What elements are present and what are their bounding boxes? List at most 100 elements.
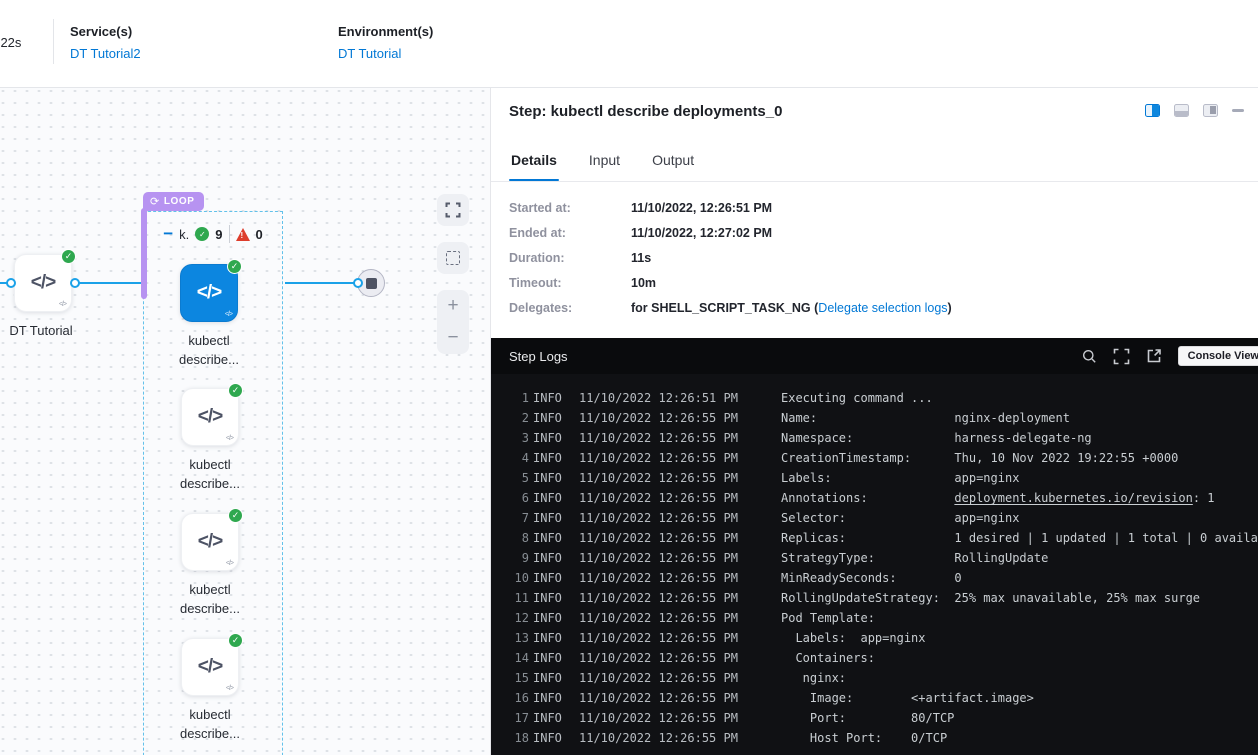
console-log-output[interactable]: 1INFO11/10/2022 12:26:51 PMExecuting com… [491, 374, 1258, 755]
detail-label: Started at: [509, 200, 631, 216]
log-line: 17INFO11/10/2022 12:26:55 PM Port: 80/TC… [505, 708, 1258, 728]
step-title: Step: kubectl describe deployments_0 [509, 103, 782, 120]
node-kubectl-describe-2[interactable]: </> </> ✓ [181, 513, 239, 571]
log-timestamp: 11/10/2022 12:26:55 PM [579, 708, 781, 728]
log-timestamp: 11/10/2022 12:26:55 PM [579, 488, 781, 508]
tab-output[interactable]: Output [650, 152, 696, 181]
connector-dot-right [70, 278, 80, 288]
log-message: Port: 80/TCP [781, 708, 954, 728]
log-message: Labels: app=nginx [781, 468, 1019, 488]
detail-value-started-at: 11/10/2022, 12:26:51 PM [631, 200, 952, 216]
step-tabs: Details Input Output [491, 140, 1258, 182]
detail-label: Duration: [509, 250, 631, 266]
log-timestamp: 11/10/2022 12:26:55 PM [579, 448, 781, 468]
layout-right-panel-icon[interactable] [1203, 104, 1218, 117]
log-line: 15INFO11/10/2022 12:26:55 PM nginx: [505, 668, 1258, 688]
log-line-number: 13 [505, 628, 529, 648]
search-logs-icon[interactable] [1082, 349, 1097, 364]
open-logs-external-icon[interactable] [1146, 348, 1162, 364]
success-check-icon: ✓ [228, 508, 243, 523]
success-count-icon: ✓ [195, 227, 209, 241]
log-message: nginx: [781, 668, 846, 688]
shell-script-mini-icon: </> [59, 301, 66, 308]
log-level: INFO [533, 708, 579, 728]
fullscreen-canvas-button[interactable] [437, 194, 469, 226]
layout-bottom-split-icon[interactable] [1174, 104, 1189, 117]
log-annotation-link[interactable]: deployment.kubernetes.io/revision [954, 491, 1192, 505]
log-message: Namespace: harness-delegate-ng [781, 428, 1092, 448]
stop-icon [366, 278, 377, 289]
log-timestamp: 11/10/2022 12:26:55 PM [579, 428, 781, 448]
tab-details[interactable]: Details [509, 152, 559, 181]
log-level: INFO [533, 568, 579, 588]
minimize-panel-icon[interactable] [1232, 109, 1244, 112]
log-line: 11INFO11/10/2022 12:26:55 PMRollingUpdat… [505, 588, 1258, 608]
log-level: INFO [533, 628, 579, 648]
log-timestamp: 11/10/2022 12:26:55 PM [579, 588, 781, 608]
node-kubectl-describe-3[interactable]: </> </> ✓ [181, 638, 239, 696]
log-line-number: 5 [505, 468, 529, 488]
success-check-icon: ✓ [227, 259, 242, 274]
log-line-number: 4 [505, 448, 529, 468]
log-line: 3INFO11/10/2022 12:26:55 PMNamespace: ha… [505, 428, 1258, 448]
collapse-group-button[interactable]: − [163, 227, 173, 241]
log-message: Image: <+artifact.image> [781, 688, 1034, 708]
environment-link[interactable]: DT Tutorial [338, 46, 433, 61]
tab-input[interactable]: Input [587, 152, 622, 181]
step-logs-title: Step Logs [509, 349, 568, 364]
connector-dot-left [6, 278, 16, 288]
log-line: 8INFO11/10/2022 12:26:55 PMReplicas: 1 d… [505, 528, 1258, 548]
loop-badge-tail [141, 208, 147, 299]
console-view-button[interactable]: Console View [1178, 346, 1258, 366]
marquee-select-button[interactable] [437, 242, 469, 274]
environments-block: Environment(s) DT Tutorial [338, 24, 433, 61]
success-count: 9 [215, 227, 222, 242]
log-level: INFO [533, 608, 579, 628]
log-line: 6INFO11/10/2022 12:26:55 PMAnnotations: … [505, 488, 1258, 508]
code-icon: </> [198, 531, 222, 553]
log-level: INFO [533, 448, 579, 468]
elapsed-time: m 22s [0, 35, 21, 50]
log-line-number: 17 [505, 708, 529, 728]
log-timestamp: 11/10/2022 12:26:55 PM [579, 568, 781, 588]
log-message: RollingUpdateStrategy: 25% max unavailab… [781, 588, 1200, 608]
zoom-out-button[interactable]: − [447, 329, 458, 347]
log-level: INFO [533, 668, 579, 688]
node-kubectl-describe-1[interactable]: </> </> ✓ [181, 388, 239, 446]
log-level: INFO [533, 648, 579, 668]
log-message: Labels: app=nginx [781, 628, 926, 648]
shell-script-mini-icon: </> [226, 685, 233, 692]
edge-start-to-loop [75, 282, 143, 284]
node-kubectl-describe-0[interactable]: </> </> ✓ [180, 264, 238, 322]
step-logs-section: Step Logs Console View 1INFO [491, 338, 1258, 755]
code-icon: </> [198, 406, 222, 428]
detail-label: Timeout: [509, 275, 631, 291]
zoom-in-button[interactable]: + [447, 297, 458, 315]
node-dt-tutorial[interactable]: </> </> ✓ [14, 254, 72, 312]
zoom-controls: + − [437, 290, 469, 354]
edge-loop-to-end [285, 282, 359, 284]
log-line-number: 9 [505, 548, 529, 568]
log-message: StrategyType: RollingUpdate [781, 548, 1048, 568]
log-timestamp: 11/10/2022 12:26:55 PM [579, 648, 781, 668]
loop-icon: ⟳ [150, 195, 160, 208]
layout-right-split-icon[interactable] [1145, 104, 1160, 117]
service-link[interactable]: DT Tutorial2 [70, 46, 141, 61]
delegate-selection-logs-link[interactable]: Delegate selection logs [818, 301, 947, 315]
log-line-number: 14 [505, 648, 529, 668]
log-line-number: 11 [505, 588, 529, 608]
services-label: Service(s) [70, 24, 141, 39]
topbar-divider [53, 19, 54, 64]
log-timestamp: 11/10/2022 12:26:55 PM [579, 668, 781, 688]
shell-script-mini-icon: </> [226, 560, 233, 567]
panel-layout-controls [1145, 104, 1244, 117]
detail-value-timeout: 10m [631, 275, 952, 291]
log-line: 10INFO11/10/2022 12:26:55 PMMinReadySeco… [505, 568, 1258, 588]
count-divider [229, 225, 230, 243]
step-details-grid: Started at: 11/10/2022, 12:26:51 PM Ende… [509, 200, 952, 316]
fullscreen-logs-icon[interactable] [1113, 348, 1130, 365]
code-icon: </> [197, 282, 221, 304]
loop-badge-label: LOOP [164, 196, 195, 207]
log-line-number: 15 [505, 668, 529, 688]
pipeline-graph-canvas[interactable]: </> </> ✓ DT Tutorial ⟳ LOOP − k. ✓ 9 ! … [0, 88, 490, 755]
